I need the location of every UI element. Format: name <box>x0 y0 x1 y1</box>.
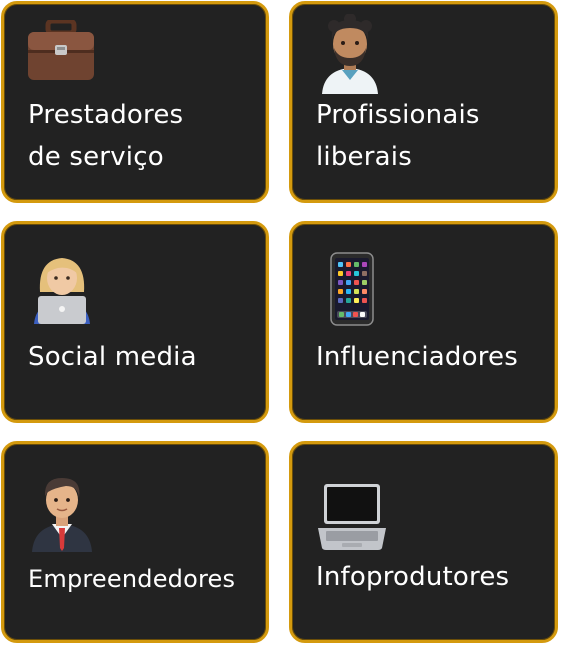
doctor-icon <box>322 14 378 94</box>
smartphone-icon <box>330 252 374 326</box>
card-label: Prestadores de serviço <box>28 100 184 172</box>
card-label: Empreendedores <box>28 565 236 593</box>
card-empreendedores[interactable]: Empreendedores <box>1 441 269 643</box>
card-infoprodutores[interactable]: Infoprodutores <box>289 441 558 643</box>
businessman-icon <box>32 478 92 552</box>
laptop-icon <box>318 484 386 550</box>
card-profissionais-liberais[interactable]: Profissionais liberais <box>289 1 558 203</box>
card-influenciadores[interactable]: Influenciadores <box>289 221 558 423</box>
card-label: Profissionais liberais <box>316 100 480 172</box>
briefcase-icon <box>28 20 94 80</box>
woman-laptop-icon <box>34 258 90 324</box>
card-social-media[interactable]: Social media <box>1 221 269 423</box>
card-label: Infoprodutores <box>316 562 510 592</box>
card-label: Social media <box>28 342 197 372</box>
card-label: Influenciadores <box>316 342 518 372</box>
card-prestadores-de-servico[interactable]: Prestadores de serviço <box>1 1 269 203</box>
